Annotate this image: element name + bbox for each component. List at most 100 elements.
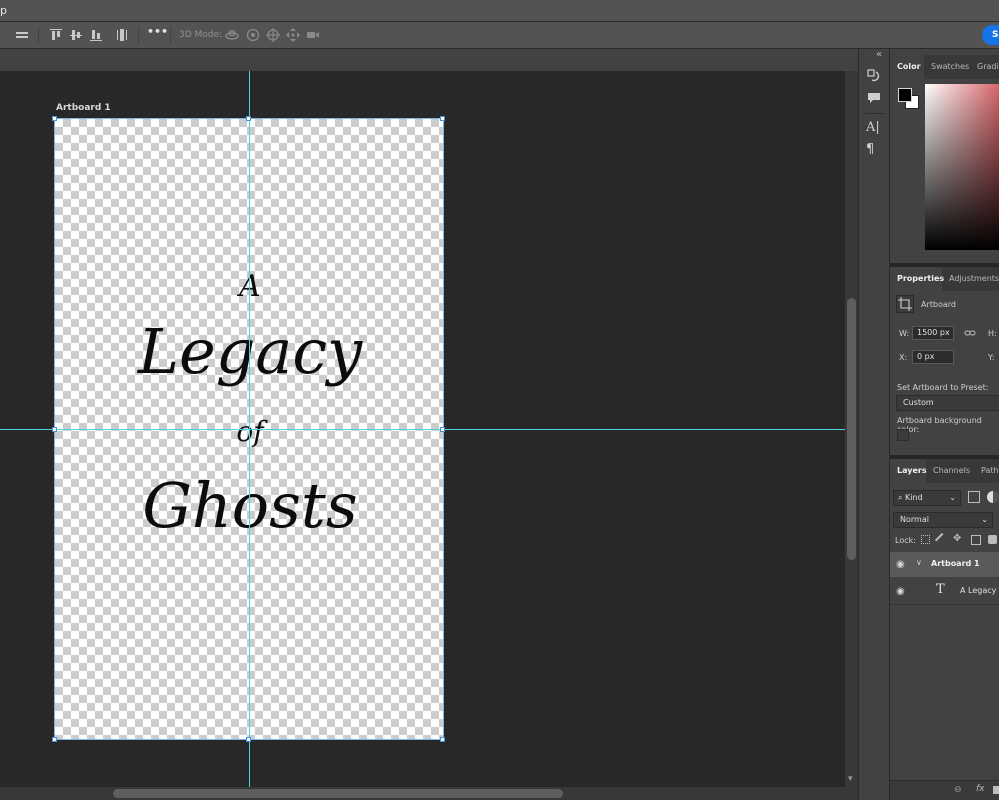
width-field[interactable]: 1500 px [912,326,954,340]
blend-mode-value: Normal [900,515,929,524]
artboard-handle[interactable] [440,427,445,432]
lock-all-icon[interactable] [988,535,997,544]
layer-fx-icon[interactable]: fx [976,784,985,794]
layers-panel-footer: ⊖ fx [890,780,999,800]
image-filter-icon[interactable] [968,491,980,503]
search-icon: ⌕ [898,493,903,502]
pan-3d-icon[interactable] [265,27,281,43]
lock-transparency-icon[interactable] [921,535,930,544]
panel-icon-column: « A| ¶ [858,49,889,800]
blend-mode-select[interactable]: Normal ⌄ [893,512,993,528]
align-top-icon[interactable] [48,27,64,43]
chevron-down-icon: ⌄ [981,515,988,524]
character-icon[interactable]: A| [866,120,882,136]
layer-row-text[interactable]: ◉ T A Legacy of [890,577,999,605]
artboard-handle[interactable] [52,116,57,121]
height-label: H: [988,329,997,338]
options-separator [170,27,171,44]
chevron-down-icon: ⌄ [949,493,956,502]
foreground-color-swatch[interactable] [898,88,912,102]
color-panel-tabs: Color Swatches Gradie [890,55,999,79]
tab-color[interactable]: Color [890,55,924,79]
slide-3d-icon[interactable] [285,27,301,43]
artboard-handle[interactable] [246,116,251,121]
paragraph-icon[interactable]: ¶ [866,142,882,158]
eye-icon[interactable]: ◉ [896,559,905,570]
tab-adjustments[interactable]: Adjustments [942,267,999,291]
align-bottom-icon[interactable] [88,27,104,43]
menu-text[interactable]: p [0,4,7,17]
lock-position-icon[interactable]: ✥ [953,533,963,545]
options-bar: ••• 3D Mode: Sh [0,22,999,49]
orbit-3d-icon[interactable] [224,27,240,43]
tab-layers[interactable]: Layers [890,459,927,483]
options-separator [138,27,139,44]
title-line-a[interactable]: A [55,269,445,304]
options-separator [38,27,39,44]
adjustment-filter-icon[interactable] [987,491,999,503]
document-tab-strip [0,49,858,71]
tab-properties[interactable]: Properties [890,267,944,291]
horizontal-guide[interactable] [0,429,845,430]
eye-icon[interactable]: ◉ [896,586,905,597]
tab-gradients[interactable]: Gradie [970,55,999,79]
lock-artboard-icon[interactable] [971,535,981,545]
tab-channels[interactable]: Channels [926,459,974,483]
canvas-area[interactable]: Artboard 1 A Legacy of Ghosts [0,71,845,787]
title-line-ghosts[interactable]: Ghosts [55,469,445,542]
artboard-icon [896,295,914,313]
artboard-label[interactable]: Artboard 1 [56,103,111,113]
lock-label: Lock: [895,536,916,545]
more-options-icon[interactable]: ••• [147,26,168,43]
properties-item-label: Artboard [921,300,956,309]
roll-3d-icon[interactable] [245,27,261,43]
history-icon[interactable] [866,68,882,84]
align-vertical-center-icon[interactable] [68,27,84,43]
align-horizontal-icon[interactable] [114,27,130,43]
video-camera-icon[interactable] [305,27,321,43]
lock-image-icon[interactable] [934,532,950,548]
vertical-scroll-thumb[interactable] [847,298,856,560]
properties-panel-tabs: Properties Adjustments [890,267,999,291]
vertical-scrollbar[interactable]: ▾ [845,71,858,787]
expand-group-icon[interactable]: ∨ [916,558,922,567]
title-line-legacy[interactable]: Legacy [55,315,445,388]
artboard-bg-color-swatch[interactable] [897,429,909,441]
scroll-down-arrow-icon[interactable]: ▾ [848,774,853,784]
layer-name: A Legacy of [960,586,999,595]
comments-icon[interactable] [866,90,882,106]
x-position-field[interactable]: 0 px [912,350,954,364]
align-distribute-icon[interactable] [14,27,30,43]
collapse-panels-icon[interactable]: « [876,49,882,60]
layer-mask-icon[interactable] [993,786,999,794]
layer-name: Artboard 1 [931,559,980,568]
artboard-handle[interactable] [246,737,251,742]
link-layers-icon[interactable]: ⊖ [954,785,962,795]
preset-label: Set Artboard to Preset: [897,383,989,392]
layer-filter-select[interactable]: ⌕ Kind ⌄ [893,490,961,506]
title-line-of[interactable]: of [55,415,445,448]
width-label: W: [899,329,910,338]
horizontal-scroll-thumb[interactable] [113,789,563,798]
right-panel-dock: Color Swatches Gradie Properties Adjustm… [889,49,999,800]
preset-select[interactable]: Custom [896,395,999,411]
bg-color-label: Artboard background color: [897,416,982,434]
artboard-handle[interactable] [440,737,445,742]
layer-filter-value: Kind [905,493,923,502]
x-label: X: [899,353,908,362]
artboard-handle[interactable] [440,116,445,121]
layers-panel-tabs: Layers Channels Paths [890,459,999,483]
tab-swatches[interactable]: Swatches [924,55,972,79]
share-button[interactable]: Sh [982,25,999,45]
horizontal-scrollbar[interactable] [0,787,858,800]
y-label: Y: [988,353,995,362]
color-picker-field[interactable] [925,84,999,250]
3d-mode-label: 3D Mode: [179,30,223,40]
icon-column-separator [865,113,884,114]
menu-bar: p [0,0,999,22]
layer-row-artboard[interactable]: ◉ ∨ Artboard 1 [890,552,999,577]
link-dimensions-icon[interactable] [964,328,976,338]
artboard-handle[interactable] [52,737,57,742]
tab-paths[interactable]: Paths [974,459,999,483]
artboard-handle[interactable] [52,427,57,432]
